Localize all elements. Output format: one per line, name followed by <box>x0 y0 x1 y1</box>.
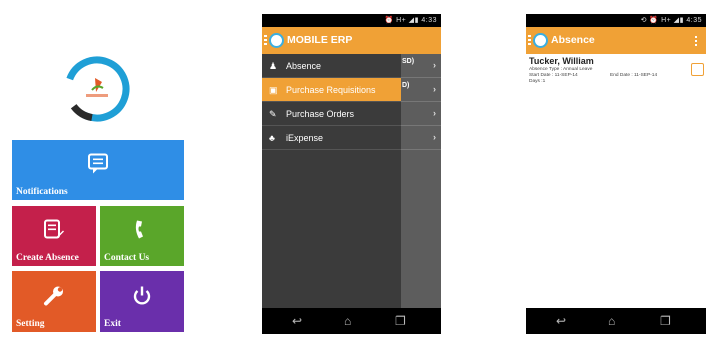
menu-icon[interactable] <box>528 35 531 46</box>
background-row: D) › <box>401 78 441 102</box>
absence-screen: ⟲ ⏰ H+ ◢▮ 4:35 Absence Tucker, William A… <box>526 14 706 334</box>
absence-list: Tucker, William Absence Type : Annual Le… <box>526 54 706 308</box>
status-time: 4:33 <box>421 17 437 24</box>
message-icon <box>87 153 109 178</box>
notifications-tile[interactable]: Notifications <box>12 140 184 200</box>
chevron-right-icon: › <box>433 60 436 70</box>
setting-tile[interactable]: Setting <box>12 271 96 332</box>
absence-type: Absence Type : Annual Leave <box>529 67 593 72</box>
drawer-item-purchase-orders[interactable]: ✎ Purchase Orders <box>262 102 401 126</box>
chevron-right-icon: › <box>433 84 436 94</box>
expense-icon: ♣ <box>269 133 275 143</box>
chevron-right-icon: › <box>433 132 436 142</box>
drawer-item-purchase-requisitions[interactable]: ▣ Purchase Requisitions <box>262 78 401 102</box>
chevron-right-icon: › <box>433 108 436 118</box>
app-logo <box>62 54 132 124</box>
drawer-item-iexpense[interactable]: ♣ iExpense <box>262 126 401 150</box>
app-logo-icon <box>533 33 548 48</box>
edit-form-icon <box>43 219 65 244</box>
app-title: MOBILE ERP <box>287 34 353 46</box>
create-absence-tile[interactable]: Create Absence <box>12 206 96 266</box>
end-date: End Date : 11-SEP-14 <box>610 73 658 78</box>
system-nav-bar: ↩ ⌂ ❐ <box>526 308 706 334</box>
screen-title: Absence <box>551 34 595 46</box>
status-time: 4:35 <box>686 17 702 24</box>
app-bar: MOBILE ERP <box>262 27 441 54</box>
phone-icon <box>133 219 151 244</box>
wrench-icon <box>43 284 65 309</box>
status-bar: ⏰ H+ ◢▮ 4:33 <box>262 14 441 27</box>
app-logo-icon <box>269 33 284 48</box>
document-icon: ▣ <box>269 85 278 95</box>
pen-icon: ✎ <box>269 109 277 119</box>
back-icon[interactable]: ↩ <box>292 315 302 327</box>
setting-label: Setting <box>16 319 45 329</box>
home-icon[interactable]: ⌂ <box>344 315 351 327</box>
exit-tile[interactable]: Exit <box>100 271 184 332</box>
navigation-drawer: ♟ Absence ▣ Purchase Requisitions ✎ Purc… <box>262 54 401 308</box>
app-bar: Absence <box>526 27 706 54</box>
background-row: SD) › <box>401 54 441 78</box>
drawer-item-absence[interactable]: ♟ Absence <box>262 54 401 78</box>
contact-us-label: Contact Us <box>104 253 150 263</box>
drawer-screen: ⏰ H+ ◢▮ 4:33 MOBILE ERP SD) › D) › › › ♟ A… <box>262 14 441 334</box>
employee-name: Tucker, William <box>529 56 594 66</box>
notifications-label: Notifications <box>16 187 68 197</box>
background-row: › <box>401 126 441 150</box>
recents-icon[interactable]: ❐ <box>395 315 406 327</box>
start-date: Start Date : 11-SEP-14 <box>529 73 578 78</box>
overflow-menu-icon[interactable] <box>695 36 697 48</box>
status-icons: ⟲ ⏰ H+ ◢▮ <box>640 17 687 24</box>
system-nav-bar: ↩ ⌂ ❐ <box>262 308 441 334</box>
create-absence-label: Create Absence <box>16 253 79 263</box>
menu-icon[interactable] <box>264 35 267 46</box>
status-bar: ⟲ ⏰ H+ ◢▮ 4:35 <box>526 14 706 27</box>
status-icons: ⏰ H+ ◢▮ <box>384 17 422 24</box>
background-row: › <box>401 102 441 126</box>
exit-label: Exit <box>104 319 121 329</box>
back-icon[interactable]: ↩ <box>556 315 566 327</box>
recents-icon[interactable]: ❐ <box>660 315 671 327</box>
person-icon: ♟ <box>269 61 278 71</box>
days-count: Days :1 <box>529 79 546 84</box>
select-checkbox[interactable] <box>691 63 704 76</box>
contact-us-tile[interactable]: Contact Us <box>100 206 184 266</box>
power-icon <box>131 284 153 309</box>
home-icon[interactable]: ⌂ <box>608 315 615 327</box>
